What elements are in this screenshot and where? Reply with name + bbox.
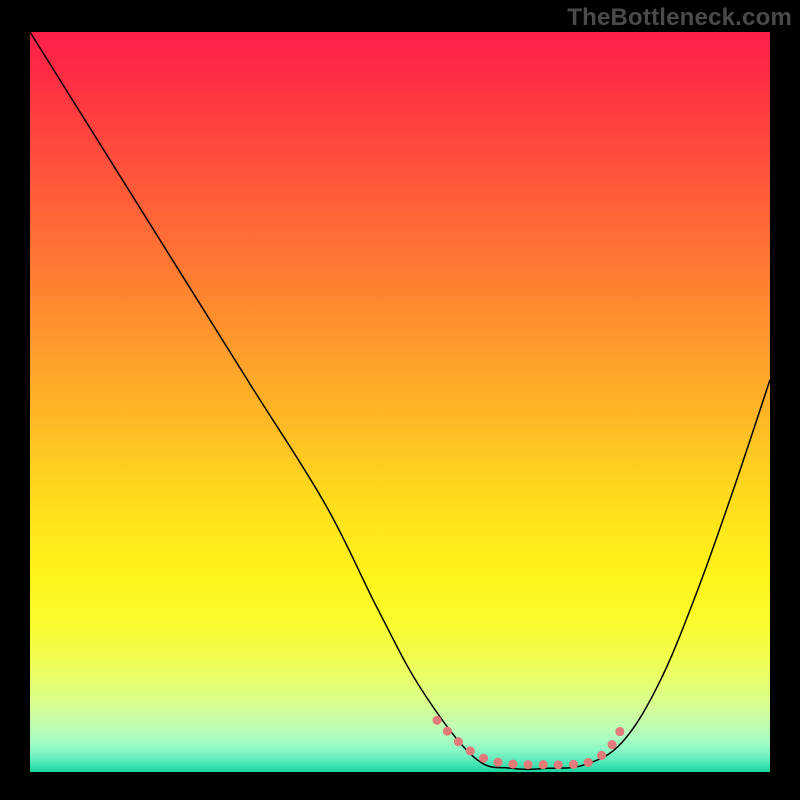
bottleneck-curve [30, 32, 770, 769]
plot-area [30, 32, 770, 772]
chart-frame: TheBottleneck.com [0, 0, 800, 800]
trough-dots [437, 720, 626, 765]
curve-layer [30, 32, 770, 772]
watermark-label: TheBottleneck.com [567, 4, 792, 32]
